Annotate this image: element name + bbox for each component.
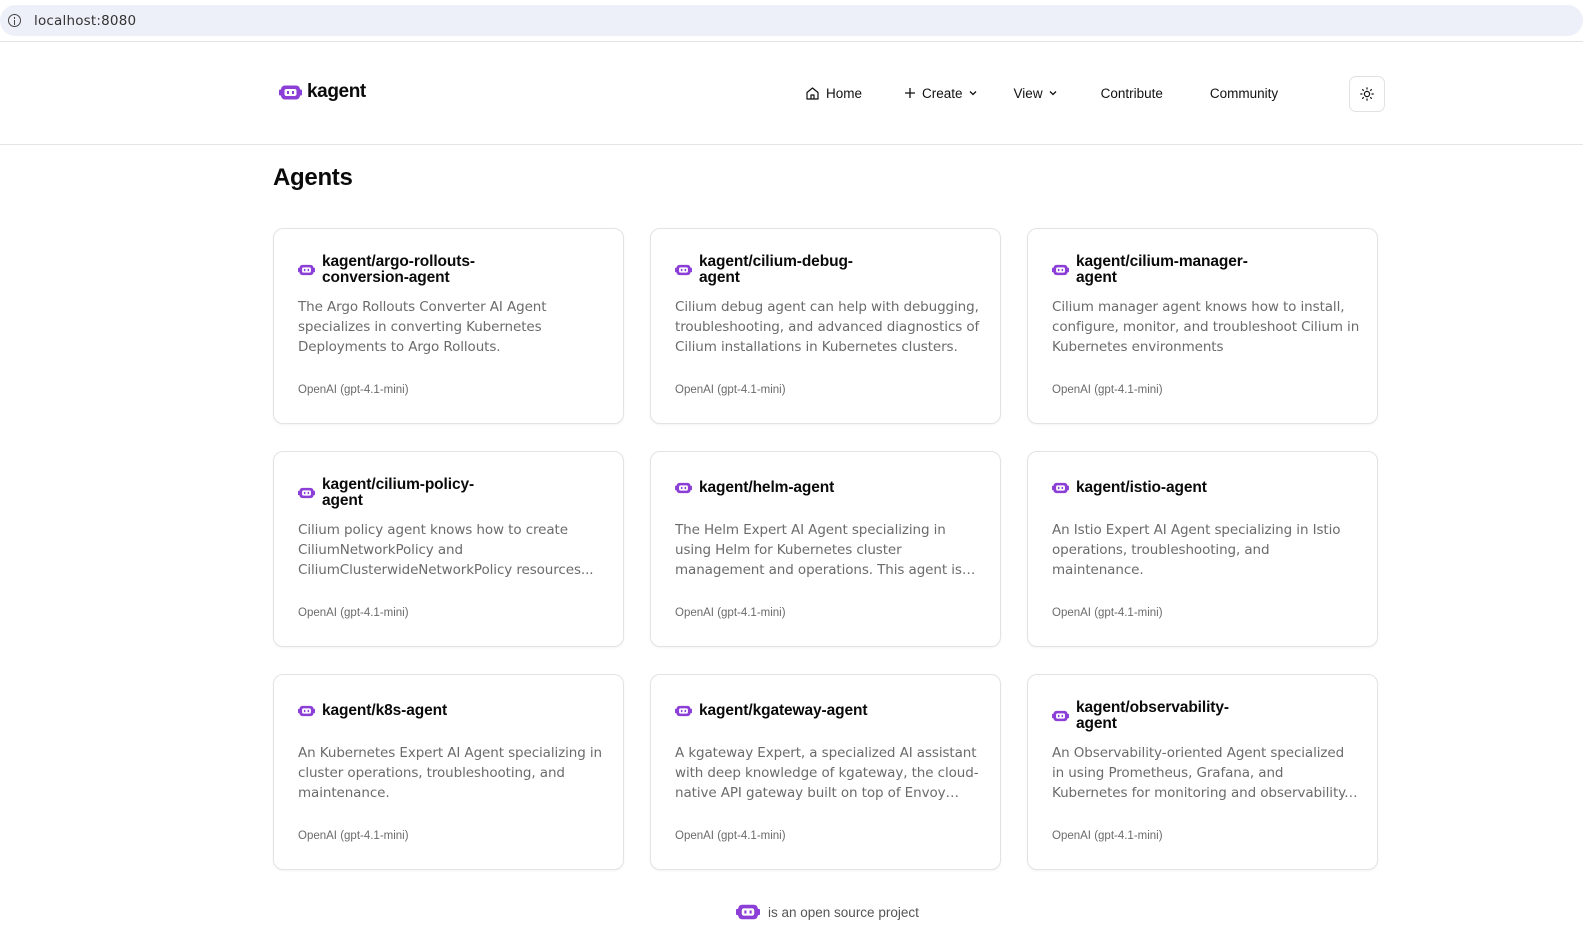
info-icon[interactable] (8, 14, 21, 27)
agent-card-title-line2: agent (322, 492, 363, 509)
agent-icon (1052, 263, 1069, 277)
agent-icon (1052, 709, 1069, 723)
agent-card[interactable]: kagent/k8s-agent An Kubernetes Expert AI … (273, 674, 624, 870)
agent-card-title-line1: kagent/helm-agent (699, 479, 835, 496)
main-nav: Home Create View Contribute Community (805, 73, 1278, 113)
agent-card-title-line1: kagent/k8s-agent (322, 702, 448, 719)
agent-card-header: kagent/argo-rollouts-conversion-agent (298, 254, 475, 286)
agent-card-header: kagent/istio-agent (1052, 480, 1207, 496)
agent-card-description: An Istio Expert AI Agent specializing in… (1052, 522, 1341, 578)
nav-community-label: Community (1209, 85, 1279, 101)
nav-home[interactable]: Home (805, 86, 862, 101)
agent-card-description: The Helm Expert AI Agent specializing in… (675, 522, 962, 578)
page-title: Agents (273, 164, 353, 191)
logo[interactable]: kagent (279, 81, 366, 103)
agent-card[interactable]: kagent/kgateway-agent A kgateway Expert, … (650, 674, 1001, 870)
agent-card-header: kagent/k8s-agent (298, 703, 447, 719)
agent-icon (675, 263, 692, 277)
agent-card-title: kagent/argo-rollouts-conversion-agent (322, 254, 475, 286)
agent-card-title-line1: kagent/cilium-debug- (699, 253, 853, 270)
agent-card-model: OpenAI (gpt-4.1-mini) (298, 830, 409, 842)
agent-card-description: An Kubernetes Expert AI Agent specializi… (298, 745, 602, 801)
agent-card-title: kagent/cilium-policy-agent (322, 477, 474, 509)
agent-card-header: kagent/helm-agent (675, 480, 834, 496)
nav-home-label: Home (826, 85, 863, 101)
chevron-down-icon (1048, 88, 1058, 98)
nav-view[interactable]: View (1014, 86, 1058, 101)
nav-view-label: View (1013, 85, 1043, 101)
agent-icon (298, 263, 315, 277)
home-icon (805, 86, 820, 101)
logo-text: kagent (307, 81, 366, 102)
agent-card-title-line1: kagent/cilium-manager- (1076, 253, 1248, 270)
nav-create[interactable]: Create (904, 86, 978, 101)
agent-card-title: kagent/helm-agent (699, 480, 834, 496)
agent-card-description: Cilium debug agent can help with debuggi… (675, 299, 980, 355)
agent-card-model: OpenAI (gpt-4.1-mini) (1052, 607, 1163, 619)
agent-card[interactable]: kagent/cilium-policy-agent Cilium policy … (273, 451, 624, 647)
agent-card-title-line1: kagent/observability- (1076, 699, 1229, 716)
agent-card-title: kagent/k8s-agent (322, 703, 447, 719)
agent-card-header: kagent/cilium-debug-agent (675, 254, 853, 286)
agent-card-title: kagent/observability-agent (1076, 700, 1229, 732)
agent-card-model: OpenAI (gpt-4.1-mini) (675, 830, 786, 842)
agent-card[interactable]: kagent/observability-agent An Observabili… (1027, 674, 1378, 870)
agent-card-model: OpenAI (gpt-4.1-mini) (675, 384, 786, 396)
agent-card-model: OpenAI (gpt-4.1-mini) (675, 607, 786, 619)
agent-icon (675, 704, 692, 718)
agent-card[interactable]: kagent/cilium-debug-agent Cilium debug ag… (650, 228, 1001, 424)
agent-card-header: kagent/observability-agent (1052, 700, 1229, 732)
nav-contribute[interactable]: Contribute (1101, 86, 1163, 101)
agent-card-title-line1: kagent/cilium-policy- (322, 476, 475, 493)
kagent-logo-icon (736, 904, 760, 920)
footer-text: is an open source project (768, 904, 919, 920)
agent-card-title-line2: agent (1076, 715, 1117, 732)
agent-card[interactable]: kagent/argo-rollouts-conversion-agent The… (273, 228, 624, 424)
footer: is an open source project (736, 902, 919, 922)
agent-card-model: OpenAI (gpt-4.1-mini) (298, 607, 409, 619)
agent-card[interactable]: kagent/cilium-manager-agent Cilium manage… (1027, 228, 1378, 424)
agent-card-title-line2: agent (699, 269, 740, 286)
agent-card-title-line1: kagent/istio-agent (1076, 479, 1207, 496)
agent-card-title: kagent/cilium-manager-agent (1076, 254, 1248, 286)
plus-icon (904, 87, 916, 99)
agent-card-model: OpenAI (gpt-4.1-mini) (1052, 830, 1163, 842)
theme-toggle-button[interactable] (1349, 76, 1385, 112)
agent-card-model: OpenAI (gpt-4.1-mini) (298, 384, 409, 396)
agent-card-title-line2: conversion-agent (322, 269, 450, 286)
agent-icon (298, 704, 315, 718)
address-bar[interactable]: localhost:8080 (0, 5, 1583, 36)
agent-card-title-line1: kagent/argo-rollouts- (322, 253, 475, 270)
agent-card-description: Cilium manager agent knows how to instal… (1052, 299, 1360, 355)
app-header: kagent Home Create View Contribute Commu… (0, 43, 1583, 145)
agent-card-description: A kgateway Expert, a specialized AI assi… (675, 745, 979, 801)
nav-create-label: Create (922, 85, 963, 101)
agent-card-title-line1: kagent/kgateway-agent (699, 702, 868, 719)
agent-icon (298, 486, 315, 500)
agent-card-title: kagent/cilium-debug-agent (699, 254, 853, 286)
agent-card-model: OpenAI (gpt-4.1-mini) (1052, 384, 1163, 396)
browser-toolbar: localhost:8080 (0, 0, 1583, 42)
nav-community[interactable]: Community (1210, 86, 1278, 101)
url-text[interactable]: localhost:8080 (34, 13, 136, 29)
chevron-down-icon (968, 88, 978, 98)
agent-card[interactable]: kagent/istio-agent An Istio Expert AI Age… (1027, 451, 1378, 647)
kagent-logo-icon (279, 85, 302, 99)
nav-contribute-label: Contribute (1100, 85, 1163, 101)
agent-icon (1052, 481, 1069, 495)
agent-card-description: The Argo Rollouts Converter AI Agent spe… (298, 299, 547, 355)
agent-card-description: Cilium policy agent knows how to create … (298, 522, 594, 578)
agent-card-title-line2: agent (1076, 269, 1117, 286)
agent-card-title: kagent/istio-agent (1076, 480, 1207, 496)
agent-card[interactable]: kagent/helm-agent The Helm Expert AI Agen… (650, 451, 1001, 647)
agent-card-header: kagent/kgateway-agent (675, 702, 868, 719)
agent-card-title: kagent/kgateway-agent (699, 702, 868, 719)
agent-card-description: An Observability-oriented Agent speciali… (1052, 745, 1349, 801)
agent-card-header: kagent/cilium-policy-agent (298, 477, 474, 509)
sun-icon (1360, 87, 1374, 101)
agent-icon (675, 481, 692, 495)
agent-card-header: kagent/cilium-manager-agent (1052, 254, 1248, 286)
